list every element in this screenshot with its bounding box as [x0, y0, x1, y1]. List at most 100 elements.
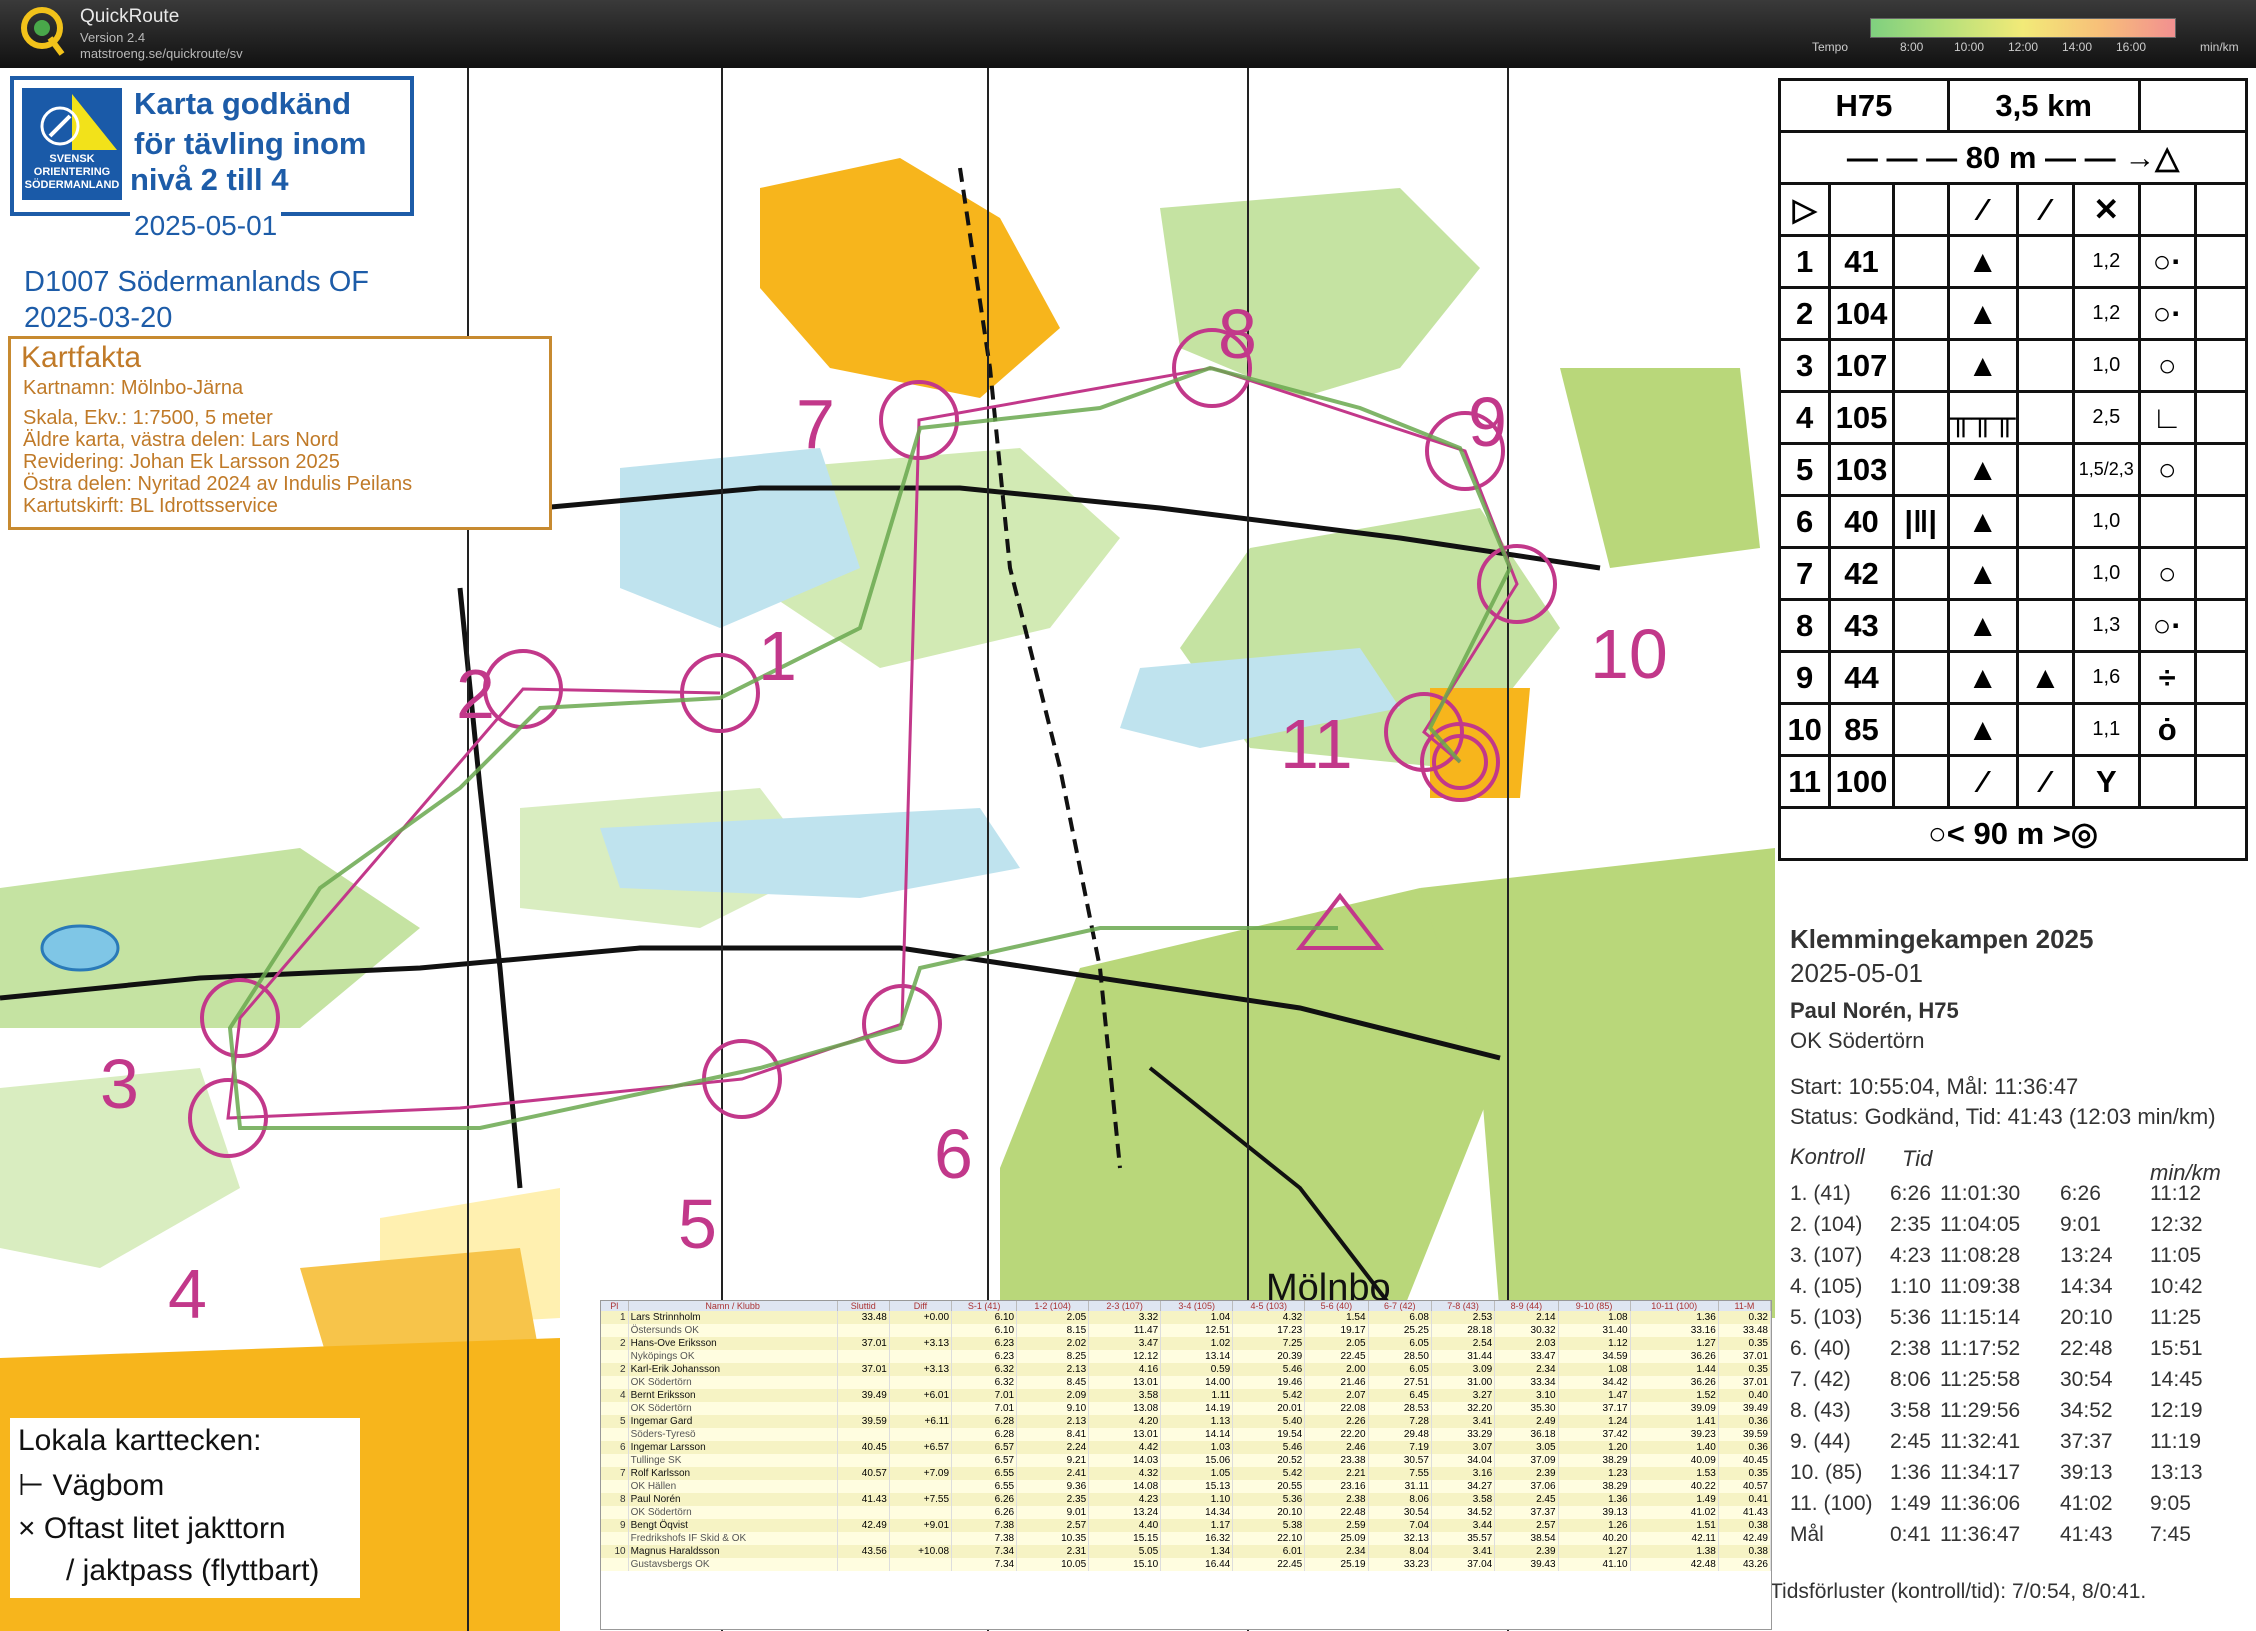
control-number: 10 [1590, 615, 1668, 693]
table-row[interactable]: 10 Magnus Haraldsson 43.56 +10.08 7.34 2.31 5.… [601, 1545, 1771, 1558]
total-time: 34.04 [1431, 1454, 1496, 1467]
table-row[interactable]: OK Södertörn 6.26 9.01 13.24 14.34 20.10 22.48… [601, 1506, 1771, 1519]
placing: 5 [601, 1415, 629, 1428]
split-k: 1. (41) [1790, 1182, 1851, 1205]
total-time: 32.20 [1431, 1402, 1496, 1415]
split-time: 2.57 [1016, 1519, 1090, 1532]
table-row[interactable]: 1 Lars Strinnholm 33.48 +0.00 6.10 2.05 3.32 1.… [601, 1311, 1771, 1324]
table-row[interactable]: 7 Rolf Karlsson 40.57 +7.09 6.55 2.41 4.32 1.05… [601, 1467, 1771, 1480]
table-row[interactable]: Nyköpings OK 6.23 8.25 12.12 13.14 20.39 22.45… [601, 1350, 1771, 1363]
control-number: 9 [1468, 383, 1507, 461]
total-time: 22.08 [1304, 1402, 1369, 1415]
split-time: 4.42 [1088, 1441, 1162, 1454]
table-row[interactable]: Fredrikshofs IF Skid & OK 7.38 10.35 15.15 1… [601, 1532, 1771, 1545]
table-row[interactable]: Gustavsbergs OK 7.34 10.05 15.10 16.44 22.45 2… [601, 1558, 1771, 1571]
table-row[interactable]: Östersunds OK 6.10 8.15 11.47 12.51 17.23 19.1… [601, 1324, 1771, 1337]
club-name: OK Södertörn [628, 1506, 838, 1519]
table-row[interactable]: 9 Bengt Öqvist 42.49 +9.01 7.38 2.57 4.40 1.17 5… [601, 1519, 1771, 1532]
boulder-icon: ▲ [1946, 650, 2019, 705]
runner-name: Ingemar Larsson [628, 1441, 838, 1454]
club-name: OK Södertörn [628, 1402, 838, 1415]
results-header-cell: 8-9 (44) [1494, 1301, 1559, 1311]
table-row[interactable]: 6 Ingemar Larsson 40.45 +6.57 6.57 2.24 4.42 1.… [601, 1441, 1771, 1454]
table-cell [889, 1428, 953, 1441]
results-header-cell: 7-8 (43) [1431, 1301, 1496, 1311]
total-time: 20.39 [1232, 1350, 1306, 1363]
placing: 10 [601, 1545, 629, 1558]
local-legend: Lokala karttecken: ⊢ Vägbom × Oftast lit… [10, 1418, 360, 1598]
table-row[interactable]: 8 Paul Norén 41.43 +7.55 6.26 2.35 4.23 1.10 5.3… [601, 1493, 1771, 1506]
split-time: 3.58 [1088, 1389, 1162, 1402]
split-time: 7.01 [951, 1389, 1018, 1402]
control-description-table: H75 3,5 km — — — 80 m — — →△ ▷ ⁄ ⁄ ✕ 1 41… [1777, 78, 2249, 861]
total-time: 25.19 [1304, 1558, 1369, 1571]
split-time: 0.35 [1718, 1467, 1771, 1480]
total-time: 6.55 [951, 1480, 1018, 1493]
results-header-cell: Namn / Klubb [628, 1301, 838, 1311]
total-time: 8.45 [1016, 1376, 1090, 1389]
split-leg: 2:38 [1890, 1337, 1931, 1360]
boulder-icon: ▲ [1946, 338, 2019, 393]
split-time: 7.28 [1368, 1415, 1432, 1428]
results-table[interactable]: Pl Namn / Klubb Sluttid Diff S-1 (41) 1-2 (10… [600, 1300, 1772, 1630]
table-row[interactable]: OK Södertörn 6.32 8.45 13.01 14.00 19.46 21.46… [601, 1376, 1771, 1389]
results-header-cell: Sluttid [837, 1301, 890, 1311]
table-row[interactable]: 4 Bernt Eriksson 39.49 +6.01 7.01 2.09 3.58 1.1… [601, 1389, 1771, 1402]
split-time: 6.05 [1368, 1337, 1432, 1350]
total-time: 39.59 [1718, 1428, 1771, 1441]
split-time: 0.36 [1718, 1415, 1771, 1428]
results-header-cell: 6-7 (42) [1368, 1301, 1432, 1311]
finish-time: 42.49 [837, 1519, 890, 1532]
split-pace: 14:45 [2150, 1368, 2203, 1391]
split-time: 2.54 [1431, 1337, 1496, 1350]
split-time: 0.35 [1718, 1337, 1771, 1350]
split-time: 0.35 [1718, 1363, 1771, 1376]
total-time: 30.54 [1368, 1506, 1432, 1519]
split-time: 1.41 [1630, 1415, 1719, 1428]
total-time: 28.50 [1368, 1350, 1432, 1363]
table-row[interactable]: OK Hällen 6.55 9.36 14.08 15.13 20.55 23.16 31.… [601, 1480, 1771, 1493]
split-time: 6.08 [1368, 1311, 1432, 1324]
split-time: 2.35 [1016, 1493, 1090, 1506]
time-diff: +6.11 [889, 1415, 953, 1428]
club-name: OK Hällen [628, 1480, 838, 1493]
table-cell [601, 1558, 629, 1571]
placing: 2 [601, 1363, 629, 1376]
open-land-area [760, 158, 1060, 398]
split-leg: 1:49 [1890, 1492, 1931, 1515]
table-row[interactable]: OK Södertörn 7.01 9.10 13.08 14.19 20.01 22.08… [601, 1402, 1771, 1415]
split-time: 2.00 [1304, 1363, 1369, 1376]
total-time: 22.45 [1232, 1558, 1306, 1571]
club-name: Fredrikshofs IF Skid & OK [628, 1532, 838, 1545]
app-url[interactable]: matstroeng.se/quickroute/sv [80, 46, 243, 61]
table-row[interactable]: Tullinge SK 6.57 9.21 14.03 15.06 20.52 23.38 3… [601, 1454, 1771, 1467]
table-row[interactable]: Söders-Tyresö 6.28 8.41 13.01 14.14 19.54 22.2… [601, 1428, 1771, 1441]
tower-icon: × [18, 1512, 44, 1545]
split-time: 2.57 [1494, 1519, 1559, 1532]
total-time: 11.47 [1088, 1324, 1162, 1337]
total-time: 20.52 [1232, 1454, 1306, 1467]
runner-name: Bengt Öqvist [628, 1519, 838, 1532]
split-time: 1.04 [1160, 1311, 1234, 1324]
control-number: 7 [796, 385, 835, 463]
total-time: 38.29 [1558, 1454, 1631, 1467]
total-time: 34.27 [1431, 1480, 1496, 1493]
time-losses: Tidsförluster (kontroll/tid): 7/0:54, 8/… [1770, 1580, 2147, 1603]
table-row[interactable]: 5 Ingemar Gard 39.59 +6.11 6.28 2.13 4.20 1.13 5… [601, 1415, 1771, 1428]
split-time: 2.26 [1304, 1415, 1369, 1428]
total-time: 38.29 [1558, 1480, 1631, 1493]
slash-icon: ⁄ [1946, 182, 2019, 237]
total-time: 35.57 [1431, 1532, 1496, 1545]
runner-name: Rolf Karlsson [628, 1467, 838, 1480]
split-time: 1.36 [1558, 1493, 1631, 1506]
split-time: 4.32 [1088, 1467, 1162, 1480]
split-time: 2.59 [1304, 1519, 1369, 1532]
table-row[interactable]: 2 Karl-Erik Johansson 37.01 +3.13 6.32 2.13 4.… [601, 1363, 1771, 1376]
table-row[interactable]: 2 Hans-Ove Eriksson 37.01 +3.13 6.23 2.02 3.47… [601, 1337, 1771, 1350]
boulder-icon: ▲ [1946, 598, 2019, 653]
split-clock: 11:08:28 [1940, 1244, 2021, 1267]
time-diff: +3.13 [889, 1363, 953, 1376]
total-time: 15.10 [1088, 1558, 1162, 1571]
table-cell [837, 1376, 890, 1389]
table-cell [837, 1350, 890, 1363]
